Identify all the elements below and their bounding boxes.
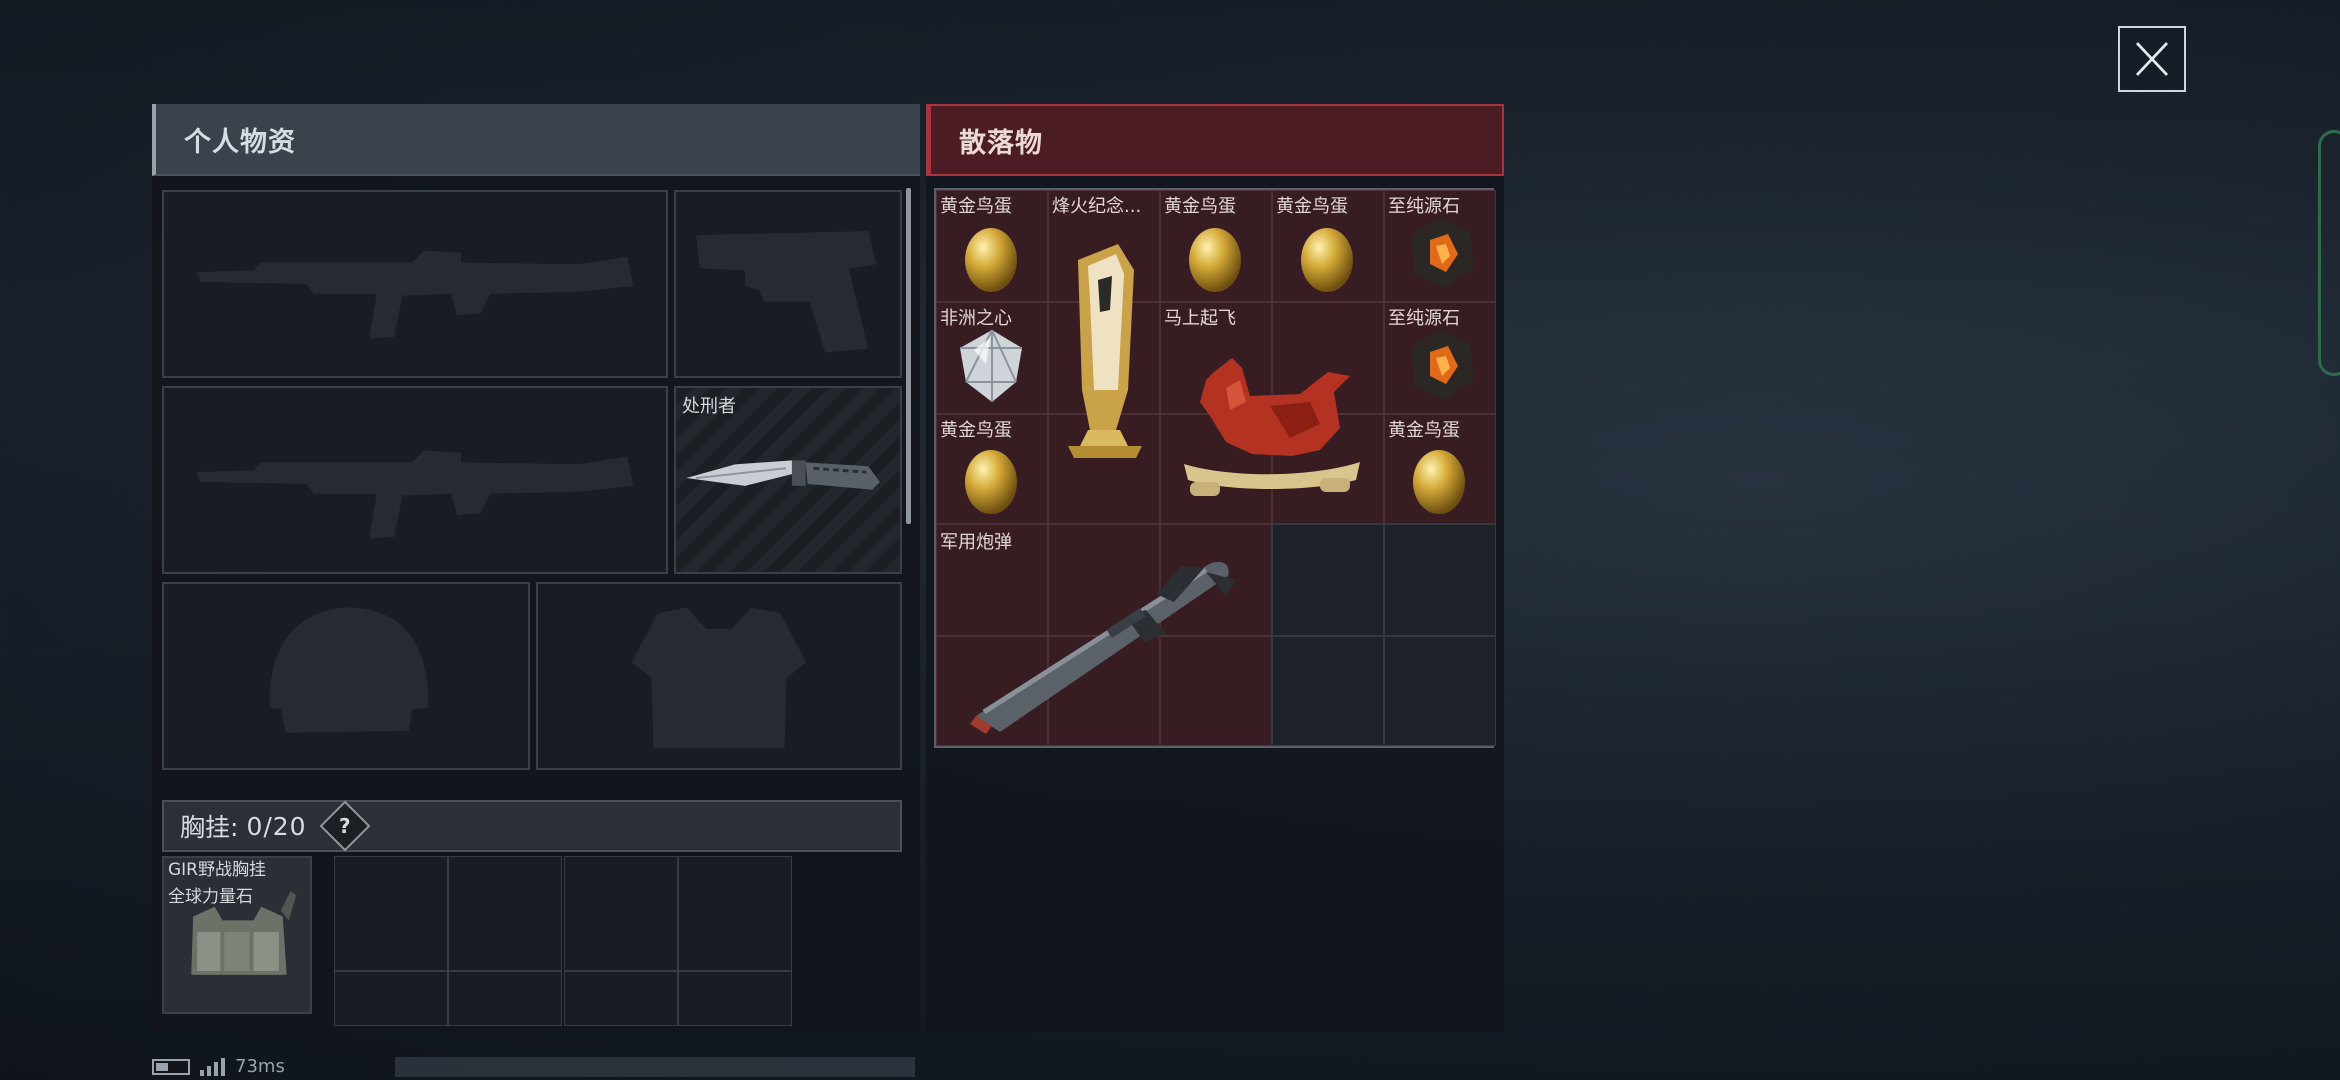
chest-rig-label: 胸挂:	[180, 813, 239, 842]
armor-slot[interactable]	[536, 582, 902, 770]
loot-item-pure-origin-stone[interactable]: 至纯源石	[1384, 302, 1494, 412]
loot-panel: 散落物 黄金鸟蛋 烽火纪念... 黄金鸟蛋 黄金鸟蛋 至纯源石 非洲之心 马上起…	[926, 104, 1504, 1032]
panel-title: 个人物资	[152, 104, 920, 176]
diamond-icon	[960, 329, 1022, 402]
melee-slot[interactable]: 处刑者	[674, 386, 902, 574]
loot-item-golden-egg[interactable]: 黄金鸟蛋	[1160, 190, 1270, 300]
chest-rig-cell[interactable]	[678, 971, 792, 1026]
chest-rig-cell[interactable]	[448, 856, 562, 971]
chest-rig-icon	[191, 891, 297, 975]
chest-rig-cell[interactable]	[334, 856, 448, 971]
helmet-slot[interactable]	[162, 582, 530, 770]
pistol-silhouette-icon	[696, 231, 877, 353]
origin-stone-icon	[1412, 330, 1474, 400]
trophy-icon	[1068, 244, 1142, 458]
loot-item-pure-origin-stone[interactable]: 至纯源石	[1384, 190, 1494, 300]
golden-egg-icon	[965, 450, 1017, 514]
scrollbar[interactable]	[906, 188, 911, 524]
vest-silhouette-icon	[631, 607, 807, 749]
chest-rig-cell[interactable]	[334, 971, 448, 1026]
chest-rig-cell[interactable]	[564, 856, 678, 971]
golden-egg-icon	[965, 228, 1017, 292]
chest-rig-count: 0/20	[246, 811, 307, 841]
helmet-silhouette-icon	[269, 607, 429, 733]
chest-rig-item-slot[interactable]: GIR野战胸挂 全球力量石	[162, 856, 312, 1014]
obscured-text	[394, 1056, 915, 1077]
golden-egg-icon	[1189, 228, 1241, 292]
personal-inventory-panel: 个人物资 处刑者 胸挂: 0/20 ? GIR野战胸挂 全球力量石	[152, 104, 920, 1032]
help-icon[interactable]: ?	[319, 800, 371, 852]
primary-weapon-slot-2[interactable]	[162, 386, 668, 574]
loot-item-heart-of-africa[interactable]: 非洲之心	[936, 302, 1046, 412]
loot-item-golden-egg[interactable]: 黄金鸟蛋	[936, 414, 1046, 524]
loot-item-military-shell[interactable]: 军用炮弹	[936, 526, 1270, 746]
loot-item-golden-egg[interactable]: 黄金鸟蛋	[936, 190, 1046, 300]
chest-rig-header: 胸挂: 0/20 ?	[162, 800, 902, 852]
horse-statue-icon	[1184, 358, 1360, 496]
rifle-silhouette-icon	[196, 450, 634, 539]
origin-stone-icon	[1412, 218, 1474, 288]
missile-icon	[970, 561, 1236, 734]
loot-item-golden-egg[interactable]: 黄金鸟蛋	[1272, 190, 1382, 300]
primary-weapon-slot-1[interactable]	[162, 190, 668, 378]
loot-item-take-off-horse[interactable]: 马上起飞	[1160, 302, 1380, 522]
golden-egg-icon	[1413, 450, 1465, 514]
panel-title: 散落物	[926, 104, 1504, 176]
status-bar: 73ms	[152, 1056, 915, 1077]
ping-value: 73ms	[235, 1056, 285, 1077]
close-icon	[2135, 42, 2169, 76]
rifle-silhouette-icon	[196, 250, 634, 339]
close-button[interactable]	[2118, 26, 2186, 92]
knife-icon	[686, 460, 880, 490]
loot-item-golden-egg[interactable]: 黄金鸟蛋	[1384, 414, 1494, 524]
side-handle[interactable]	[2318, 130, 2340, 376]
golden-egg-icon	[1301, 228, 1353, 292]
chest-rig-cell[interactable]	[564, 971, 678, 1026]
pistol-slot[interactable]	[674, 190, 902, 378]
chest-rig-cell[interactable]	[448, 971, 562, 1026]
loot-item-beacon-memorial[interactable]: 烽火纪念...	[1048, 190, 1158, 522]
battery-icon	[152, 1058, 190, 1075]
signal-icon	[200, 1057, 225, 1076]
chest-rig-cell[interactable]	[678, 856, 792, 971]
